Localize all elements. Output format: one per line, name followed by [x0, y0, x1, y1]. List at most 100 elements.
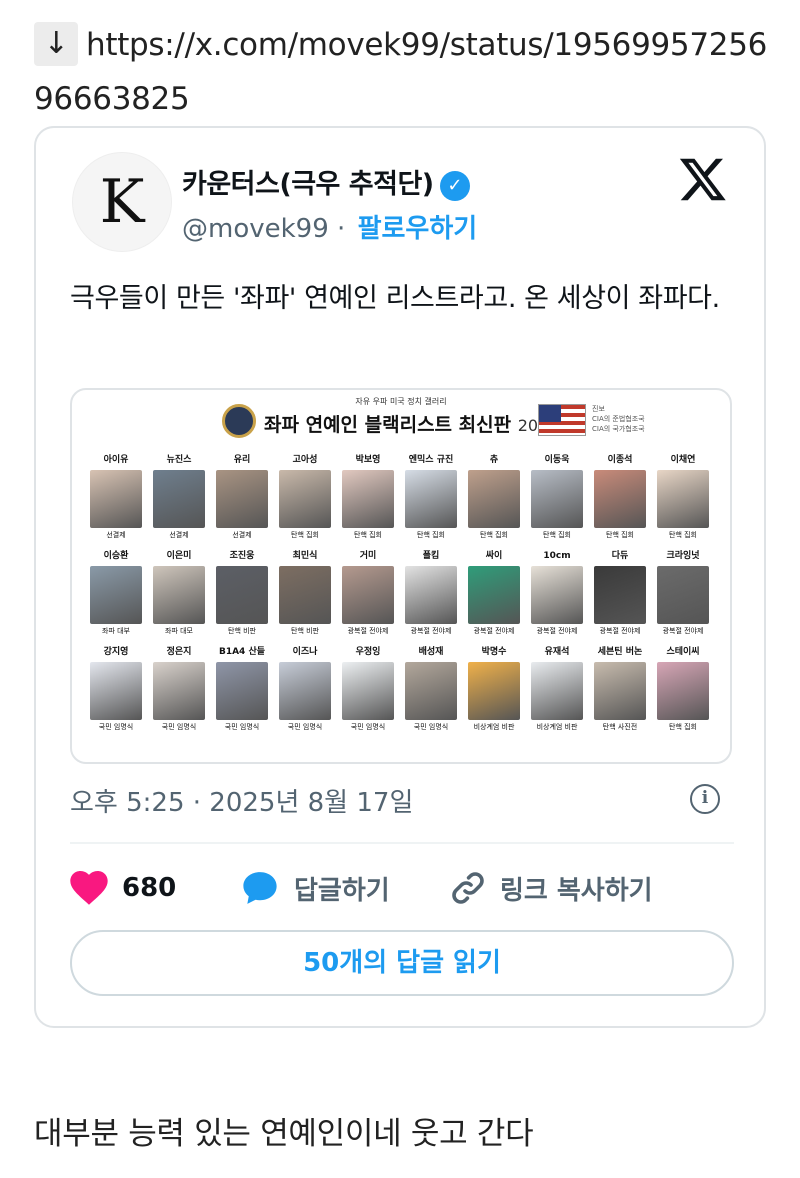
handle[interactable]: @movek99	[182, 214, 329, 244]
person-tag: 광복절 전야제	[662, 627, 704, 635]
person-card: 강지영 국민 임명식	[86, 646, 146, 732]
avatar-letter: K	[99, 167, 145, 237]
person-photo	[594, 566, 646, 624]
post-link-line[interactable]: ↓ https://x.com/movek99/status/1956995725…	[34, 18, 774, 126]
person-photo	[342, 470, 394, 528]
person-name: 거미	[359, 551, 377, 561]
person-card: 배성재국민 임명식	[401, 646, 461, 732]
person-tag: 탄핵 집회	[669, 723, 697, 731]
person-name: B1A4 산들	[218, 647, 266, 657]
divider	[70, 842, 734, 844]
read-replies-button[interactable]: 50개의 답글 읽기	[70, 930, 734, 996]
person-photo	[216, 470, 268, 528]
avatar[interactable]: K	[72, 152, 172, 252]
display-name[interactable]: 카운터스(극우 추적단) ✓	[182, 162, 470, 201]
person-photo	[594, 470, 646, 528]
person-name: 엔믹스 규진	[408, 455, 454, 465]
person-tag: 탄핵 비판	[228, 627, 256, 635]
like-button[interactable]: 680	[70, 864, 176, 912]
person-name: 박명수	[481, 647, 507, 657]
seal-icon	[222, 404, 256, 438]
person-tag: 탄핵 집회	[543, 531, 571, 539]
person-card: 츄 탄핵 집회	[464, 454, 524, 540]
person-photo	[279, 566, 331, 624]
person-tag: 탄핵 집회	[417, 531, 445, 539]
person-tag: 국민 임명식	[413, 723, 449, 731]
tweet-embed-card[interactable]: K 카운터스(극우 추적단) ✓ @movek99 · 팔로우하기 극우들이 만든…	[34, 126, 766, 1028]
people-grid: 아이유 선결제 뉴진스 선결제 유리 선결제 고아성 탄핵 집회 박보영 탄핵 집회 엔믹스 규진 탄…	[86, 454, 726, 732]
person-name: 10cm	[543, 551, 571, 561]
person-card: 폴킴 광복절 전야제	[401, 550, 461, 636]
person-tag: 광복절 전야제	[536, 627, 578, 635]
person-name: 이즈나	[292, 647, 318, 657]
person-tag: 탄핵 집회	[291, 531, 319, 539]
person-name: 강지영	[103, 647, 129, 657]
reply-button[interactable]: 답글하기	[240, 864, 390, 912]
person-name: 우정잉	[355, 647, 381, 657]
person-card: 10cm 광복절 전야제	[527, 550, 587, 636]
person-photo	[405, 566, 457, 624]
person-photo	[342, 566, 394, 624]
person-card: 최민식 탄핵 비판	[275, 550, 335, 636]
person-tag: 국민 임명식	[161, 723, 197, 731]
person-card: 이은미 좌파 대모	[149, 550, 209, 636]
verified-badge-icon: ✓	[439, 171, 470, 201]
person-name: 이채연	[670, 455, 696, 465]
person-name: 다듀	[611, 551, 629, 561]
person-card: 크라잉넛 광복절 전야제	[653, 550, 713, 636]
person-tag: 선결제	[106, 531, 126, 539]
person-card: 이승환 좌파 대부	[86, 550, 146, 636]
person-photo	[342, 662, 394, 720]
person-card: B1A4 산들국민 임명식	[212, 646, 272, 732]
person-photo	[531, 662, 583, 720]
person-tag: 선결제	[232, 531, 252, 539]
copy-link-label: 링크 복사하기	[500, 875, 653, 906]
person-photo	[468, 662, 520, 720]
person-tag: 탄핵 비판	[291, 627, 319, 635]
display-name-text: 카운터스(극우 추적단)	[182, 169, 434, 200]
person-name: 정은지	[166, 647, 192, 657]
person-tag: 탄핵 집회	[354, 531, 382, 539]
person-photo	[279, 662, 331, 720]
person-name: 스테이씨	[666, 647, 700, 657]
post-comment: 대부분 능력 있는 연예인이네 웃고 간다	[34, 1116, 534, 1152]
person-card: 박보영 탄핵 집회	[338, 454, 398, 540]
media-note-line: CIA의 준법협조국	[592, 415, 645, 423]
person-tag: 국민 임명식	[224, 723, 260, 731]
person-tag: 비상계엄 비판	[473, 723, 515, 731]
person-photo	[153, 470, 205, 528]
info-icon[interactable]: i	[690, 784, 720, 814]
person-photo	[153, 566, 205, 624]
person-name: 조진웅	[229, 551, 255, 561]
person-card: 스테이씨탄핵 집회	[653, 646, 713, 732]
person-card: 싸이 광복절 전야제	[464, 550, 524, 636]
person-tag: 국민 임명식	[350, 723, 386, 731]
person-name: 폴킴	[422, 551, 440, 561]
person-name: 유재석	[544, 647, 570, 657]
tweet-media-image[interactable]: 자유 우파 미국 정치 갤러리 좌파 연예인 블랙리스트 최신판 2025ver…	[70, 388, 732, 764]
person-name: 아이유	[103, 455, 129, 465]
follow-button[interactable]: 팔로우하기	[358, 214, 478, 244]
person-tag: 광복절 전야제	[473, 627, 515, 635]
x-logo-icon[interactable]	[678, 154, 728, 204]
media-note-line: CIA의 국가협조국	[592, 425, 645, 433]
person-photo	[90, 566, 142, 624]
copy-link-button[interactable]: 링크 복사하기	[450, 864, 653, 912]
person-photo	[90, 662, 142, 720]
person-card: 뉴진스 선결제	[149, 454, 209, 540]
person-name: 이동욱	[544, 455, 570, 465]
handle-separator: ·	[337, 214, 346, 244]
person-photo	[657, 470, 709, 528]
tweet-timestamp[interactable]: 오후 5:25 · 2025년 8월 17일	[70, 782, 413, 819]
person-photo	[216, 566, 268, 624]
down-arrow-icon: ↓	[34, 22, 78, 66]
person-card: 거미 광복절 전야제	[338, 550, 398, 636]
status-link[interactable]: https://x.com/movek99/status/19569957256…	[34, 27, 767, 117]
person-name: 이승환	[103, 551, 129, 561]
person-card: 이즈나 국민 임명식	[275, 646, 335, 732]
us-flag-icon	[538, 404, 586, 436]
person-photo	[657, 566, 709, 624]
person-card: 이채연 탄핵 집회	[653, 454, 713, 540]
person-photo	[405, 662, 457, 720]
person-name: 배성재	[418, 647, 444, 657]
